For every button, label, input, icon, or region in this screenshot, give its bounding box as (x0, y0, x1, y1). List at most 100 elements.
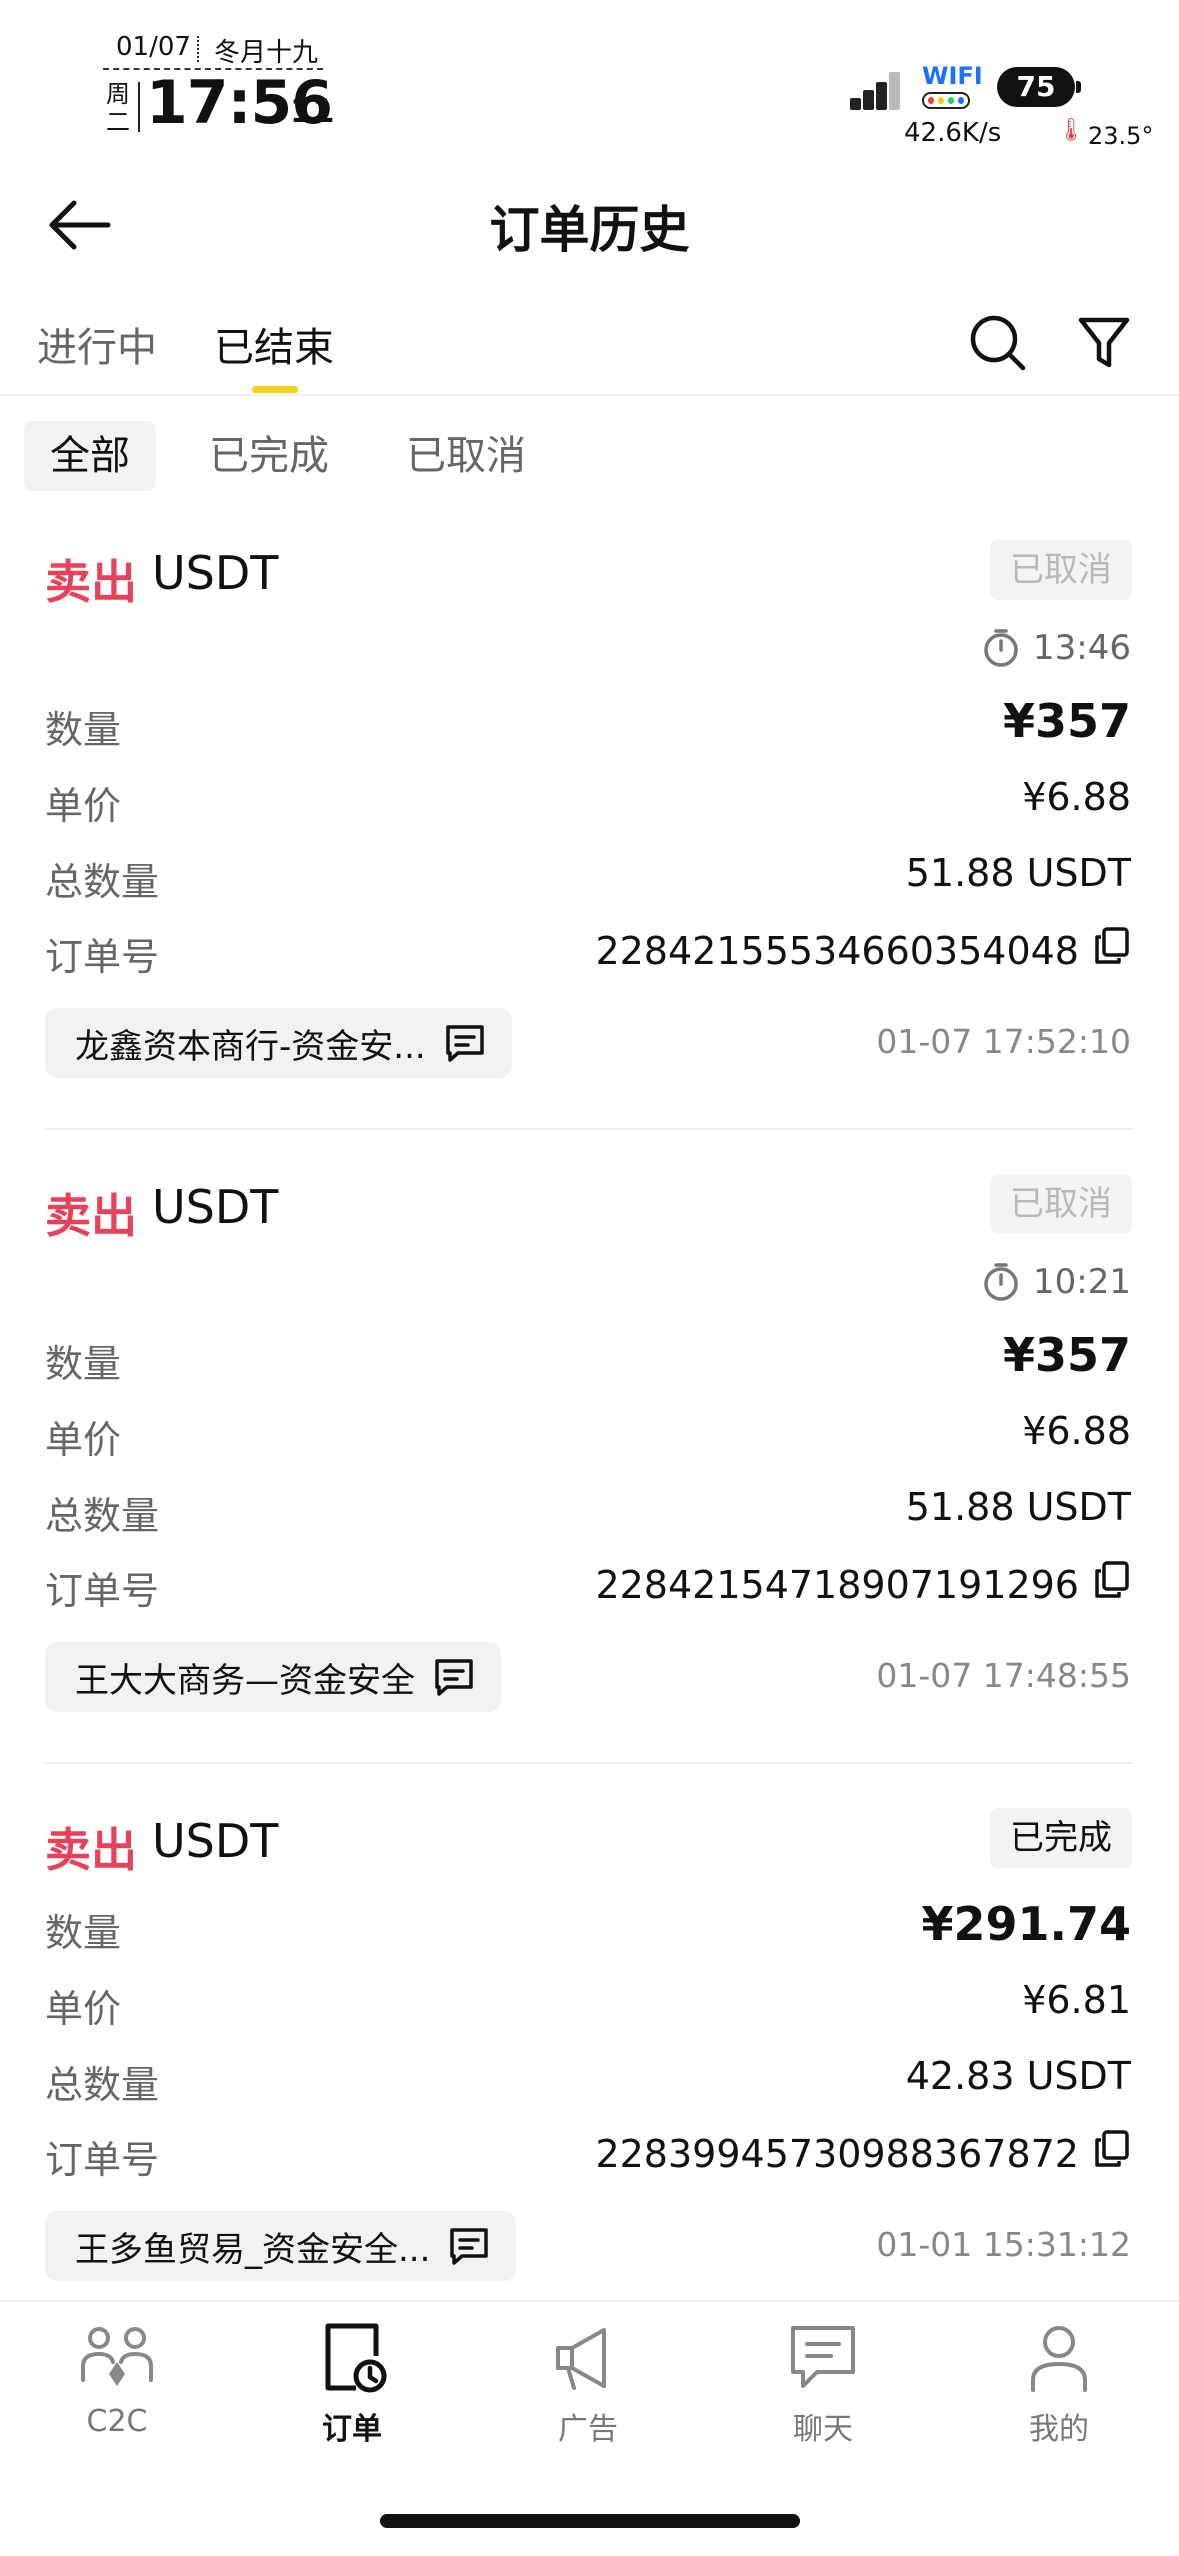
chat-bubble-icon (450, 2228, 489, 2265)
filter-chip-cancelled[interactable]: 已取消 (406, 421, 526, 491)
battery-indicator: 75 (997, 67, 1075, 107)
filter-icon (1078, 317, 1130, 368)
nav-label: 聊天 (793, 2412, 853, 2447)
order-datetime: 01-01 15:31:12 (876, 2225, 1131, 2264)
search-icon (970, 315, 1026, 371)
order-total-quantity: 51.88 USDT (905, 1485, 1131, 1529)
order-datetime: 01-07 17:48:55 (876, 1656, 1131, 1695)
order-unit-price: ¥6.88 (1022, 775, 1131, 819)
unit-price-label: 单价 (45, 1987, 122, 2031)
nav-item-c2c[interactable]: C2C (47, 2318, 187, 2439)
c2c-users-icon (81, 2327, 153, 2386)
order-asset: USDT (152, 1180, 279, 1234)
quantity-label: 数量 (45, 708, 122, 752)
merchant-chat-button[interactable]: 王大大商务—资金安全 (45, 1642, 501, 1712)
status-weekday: 周二 (106, 80, 130, 136)
chat-bubble-icon (445, 1025, 484, 1062)
wifi-icon: WIFI (922, 62, 983, 112)
status-badge: 已取消 (990, 1174, 1132, 1234)
status-badge: 已完成 (990, 1808, 1132, 1868)
total-quantity-label: 总数量 (45, 860, 160, 904)
filter-chip-all[interactable]: 全部 (24, 421, 156, 491)
profile-icon (1031, 2326, 1087, 2392)
unit-price-label: 单价 (45, 1418, 122, 1462)
stopwatch-icon (984, 629, 1018, 667)
order-timer: 10:21 (981, 1262, 1131, 1302)
order-amount: ¥357 (1002, 1328, 1131, 1382)
order-number-row: 22839945730988367872 (595, 2129, 1131, 2178)
network-speed: 42.6K/s (904, 118, 1002, 148)
signal-strength-icon (850, 70, 900, 110)
timer-value: 13:46 (1033, 628, 1131, 668)
tab-active-indicator (252, 386, 298, 393)
order-side: 卖出 (45, 1823, 137, 1877)
megaphone-icon (556, 2328, 606, 2390)
order-total-quantity: 42.83 USDT (905, 2054, 1131, 2098)
copy-icon[interactable] (1093, 926, 1131, 975)
filter-chip-completed[interactable]: 已完成 (209, 421, 329, 491)
merchant-name: 龙鑫资本商行-资金安... (75, 1026, 426, 1067)
unit-price-label: 单价 (45, 784, 122, 828)
order-amount: ¥291.74 (921, 1897, 1131, 1951)
order-divider (45, 1762, 1133, 1764)
nav-label: 我的 (1029, 2412, 1089, 2447)
orders-icon (325, 2323, 387, 2393)
order-number: 22842155534660354048 (595, 928, 1079, 973)
stopwatch-icon (984, 1263, 1018, 1301)
order-number-row: 22842155534660354048 (595, 926, 1131, 975)
timer-value: 10:21 (1033, 1262, 1131, 1302)
search-button[interactable] (968, 313, 1028, 373)
wifi-label: WIFI (922, 62, 983, 90)
merchant-name: 王多鱼贸易_资金安全... (75, 2229, 431, 2270)
nav-item-profile[interactable]: 我的 (989, 2318, 1129, 2448)
thermometer-icon: 🌡 (1057, 118, 1085, 143)
chat-bubble-icon (435, 1659, 473, 1696)
status-badge: 已取消 (990, 540, 1132, 600)
order-side: 卖出 (45, 1189, 137, 1243)
status-seconds: 11 (290, 92, 335, 130)
status-lunar-date: 冬月十九 (214, 38, 319, 68)
total-quantity-label: 总数量 (45, 2063, 160, 2107)
nav-label: 订单 (322, 2412, 382, 2447)
quantity-label: 数量 (45, 1342, 122, 1386)
home-indicator[interactable] (380, 2514, 800, 2528)
order-number: 22839945730988367872 (595, 2131, 1079, 2176)
page-title: 订单历史 (489, 201, 690, 259)
total-quantity-label: 总数量 (45, 1494, 160, 1538)
order-datetime: 01-07 17:52:10 (876, 1022, 1131, 1061)
copy-icon[interactable] (1093, 2129, 1131, 2178)
nav-label: 广告 (558, 2412, 618, 2447)
tab-ended[interactable]: 已结束 (214, 315, 334, 373)
tabs-divider (0, 394, 1179, 396)
merchant-name: 王大大商务—资金安全 (75, 1660, 415, 1701)
nav-item-ads[interactable]: 广告 (518, 2318, 658, 2448)
battery-tip (1076, 81, 1081, 93)
order-number-label: 订单号 (45, 935, 160, 979)
merchant-chat-button[interactable]: 王多鱼贸易_资金安全... (45, 2211, 517, 2281)
temperature: 23.5° (1088, 122, 1154, 150)
order-number: 22842154718907191296 (595, 1562, 1079, 1607)
nav-label: C2C (86, 2404, 148, 2439)
filter-button[interactable] (1077, 315, 1131, 371)
tab-ongoing[interactable]: 进行中 (37, 315, 157, 373)
order-asset: USDT (152, 546, 279, 600)
order-number-label: 订单号 (45, 2138, 160, 2182)
order-number-row: 22842154718907191296 (595, 1560, 1131, 1609)
order-number-label: 订单号 (45, 1569, 160, 1613)
nav-item-orders[interactable]: 订单 (282, 2318, 422, 2448)
order-total-quantity: 51.88 USDT (905, 851, 1131, 895)
nav-item-chat[interactable]: 聊天 (753, 2318, 893, 2448)
quantity-label: 数量 (45, 1911, 122, 1955)
order-unit-price: ¥6.81 (1022, 1978, 1131, 2022)
order-divider (45, 1128, 1133, 1130)
status-time-divider (138, 82, 140, 132)
order-asset: USDT (152, 1814, 279, 1868)
order-amount: ¥357 (1002, 694, 1131, 748)
order-timer: 13:46 (981, 628, 1131, 668)
order-side: 卖出 (45, 555, 137, 609)
copy-icon[interactable] (1093, 1560, 1131, 1609)
merchant-chat-button[interactable]: 龙鑫资本商行-资金安... (45, 1008, 512, 1078)
status-date: 01/07 (116, 32, 191, 62)
order-unit-price: ¥6.88 (1022, 1409, 1131, 1453)
status-date-divider (197, 36, 199, 62)
